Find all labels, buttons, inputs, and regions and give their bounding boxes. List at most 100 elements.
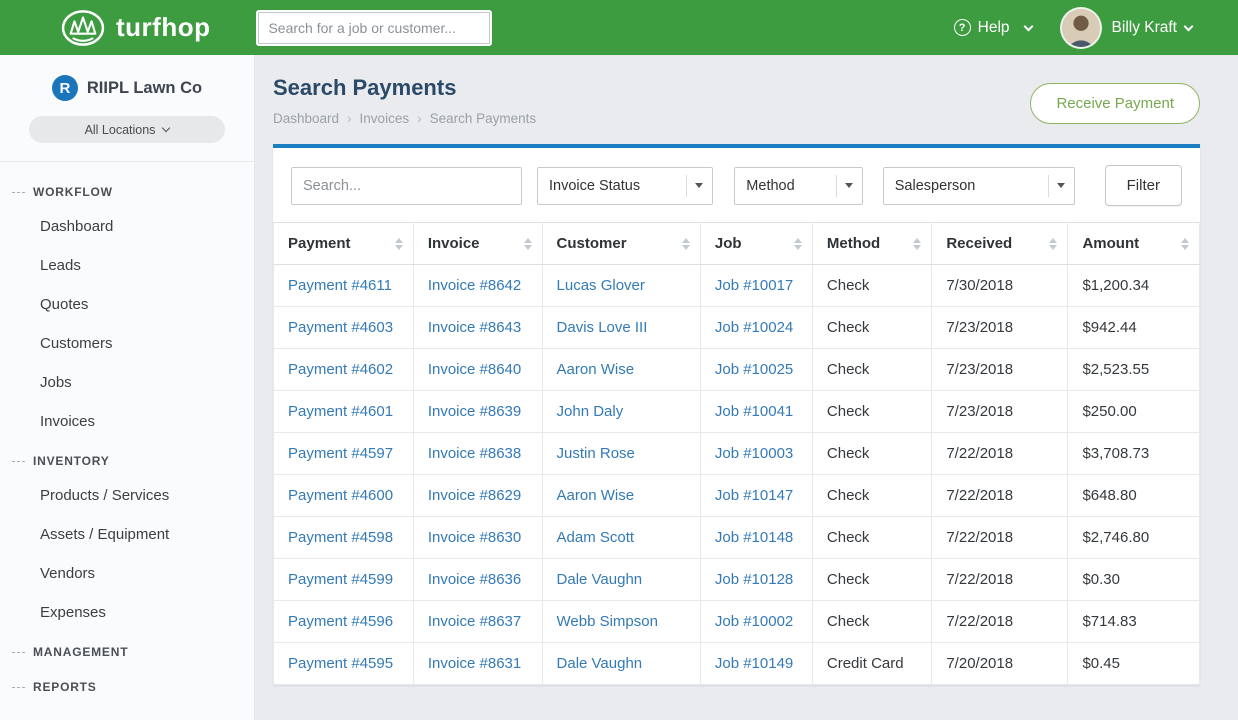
payment-link-cell: Payment #4595	[274, 643, 414, 685]
sort-icon[interactable]	[524, 238, 532, 250]
payment-link[interactable]: Payment #4602	[288, 361, 393, 378]
invoice-link[interactable]: Invoice #8629	[428, 487, 521, 504]
customer-link[interactable]: Davis Love III	[557, 319, 648, 336]
sidebar-item-vendors[interactable]: Vendors	[0, 554, 254, 593]
invoice-link[interactable]: Invoice #8639	[428, 403, 521, 420]
locations-dropdown[interactable]: All Locations	[29, 116, 225, 143]
breadcrumb-dashboard[interactable]: Dashboard	[273, 111, 339, 126]
sidebar-item-leads[interactable]: Leads	[0, 246, 254, 285]
help-menu[interactable]: ? Help	[954, 19, 1032, 37]
customer-link[interactable]: Webb Simpson	[557, 613, 658, 630]
job-link[interactable]: Job #10041	[715, 403, 793, 420]
sidebar-section-inventory: INVENTORY	[0, 441, 254, 476]
sidebar-item-invoices[interactable]: Invoices	[0, 402, 254, 441]
job-link-cell: Job #10002	[700, 601, 812, 643]
column-header-amount[interactable]: Amount	[1068, 223, 1200, 265]
filter-button[interactable]: Filter	[1105, 165, 1182, 206]
invoice-link[interactable]: Invoice #8642	[428, 277, 521, 294]
job-link[interactable]: Job #10024	[715, 319, 793, 336]
customer-link[interactable]: Dale Vaughn	[557, 571, 643, 588]
job-link[interactable]: Job #10128	[715, 571, 793, 588]
company-row[interactable]: R RIIPL Lawn Co	[16, 75, 238, 101]
sort-icon[interactable]	[913, 238, 921, 250]
amount-cell-cell: $0.45	[1068, 643, 1200, 685]
breadcrumb-separator: ›	[347, 111, 352, 126]
invoice-link-cell: Invoice #8643	[413, 307, 542, 349]
invoice-link[interactable]: Invoice #8636	[428, 571, 521, 588]
customer-link[interactable]: Dale Vaughn	[557, 655, 643, 672]
customer-link[interactable]: Justin Rose	[557, 445, 635, 462]
sidebar-item-assets-equipment[interactable]: Assets / Equipment	[0, 515, 254, 554]
invoice-link[interactable]: Invoice #8638	[428, 445, 521, 462]
customer-link[interactable]: Lucas Glover	[557, 277, 645, 294]
sort-icon[interactable]	[794, 238, 802, 250]
table-row: Payment #4595 Invoice #8631 Dale Vaughn Job…	[274, 643, 1200, 685]
company-block: R RIIPL Lawn Co All Locations	[0, 55, 254, 162]
sidebar-item-quotes[interactable]: Quotes	[0, 285, 254, 324]
payment-link[interactable]: Payment #4597	[288, 445, 393, 462]
received-cell-cell: 7/30/2018	[932, 265, 1068, 307]
sidebar-item-products-services[interactable]: Products / Services	[0, 476, 254, 515]
table-body: Payment #4611 Invoice #8642 Lucas Glover Jo…	[274, 265, 1200, 685]
breadcrumb-invoices[interactable]: Invoices	[360, 111, 410, 126]
table-row: Payment #4611 Invoice #8642 Lucas Glover Jo…	[274, 265, 1200, 307]
sidebar-item-expenses[interactable]: Expenses	[0, 593, 254, 632]
amount-cell-cell: $1,200.34	[1068, 265, 1200, 307]
method-select[interactable]: Method	[734, 167, 862, 205]
receive-payment-button[interactable]: Receive Payment	[1030, 83, 1200, 124]
invoice-link[interactable]: Invoice #8643	[428, 319, 521, 336]
invoice-link-cell: Invoice #8630	[413, 517, 542, 559]
column-header-method[interactable]: Method	[812, 223, 931, 265]
table-search-input[interactable]	[291, 167, 522, 205]
brand-logo[interactable]: turfhop	[60, 9, 210, 47]
column-header-received[interactable]: Received	[932, 223, 1068, 265]
payment-link[interactable]: Payment #4596	[288, 613, 393, 630]
method-cell-cell: Check	[812, 475, 931, 517]
column-header-customer[interactable]: Customer	[542, 223, 700, 265]
method-cell-cell: Check	[812, 559, 931, 601]
sort-icon[interactable]	[395, 238, 403, 250]
invoice-link[interactable]: Invoice #8631	[428, 655, 521, 672]
salesperson-value: Salesperson	[895, 178, 976, 194]
customer-link[interactable]: Aaron Wise	[557, 361, 635, 378]
payment-link[interactable]: Payment #4600	[288, 487, 393, 504]
invoice-link[interactable]: Invoice #8630	[428, 529, 521, 546]
sort-icon[interactable]	[1049, 238, 1057, 250]
job-link[interactable]: Job #10147	[715, 487, 793, 504]
sort-icon[interactable]	[1181, 238, 1189, 250]
sidebar-item-dashboard[interactable]: Dashboard	[0, 207, 254, 246]
sidebar-item-jobs[interactable]: Jobs	[0, 363, 254, 402]
payment-link[interactable]: Payment #4599	[288, 571, 393, 588]
invoice-link-cell: Invoice #8640	[413, 349, 542, 391]
column-header-payment[interactable]: Payment	[274, 223, 414, 265]
avatar[interactable]	[1062, 9, 1100, 47]
job-link[interactable]: Job #10017	[715, 277, 793, 294]
payment-link[interactable]: Payment #4603	[288, 319, 393, 336]
customer-link[interactable]: John Daly	[557, 403, 624, 420]
column-header-invoice[interactable]: Invoice	[413, 223, 542, 265]
job-link[interactable]: Job #10149	[715, 655, 793, 672]
customer-link[interactable]: Adam Scott	[557, 529, 635, 546]
job-link[interactable]: Job #10148	[715, 529, 793, 546]
job-link[interactable]: Job #10003	[715, 445, 793, 462]
payment-link[interactable]: Payment #4598	[288, 529, 393, 546]
payment-link[interactable]: Payment #4595	[288, 655, 393, 672]
sidebar-item-customers[interactable]: Customers	[0, 324, 254, 363]
job-link[interactable]: Job #10025	[715, 361, 793, 378]
received-cell-cell: 7/23/2018	[932, 391, 1068, 433]
method-cell-cell: Check	[812, 433, 931, 475]
received-cell-cell: 7/22/2018	[932, 433, 1068, 475]
invoice-link[interactable]: Invoice #8640	[428, 361, 521, 378]
salesperson-select[interactable]: Salesperson	[883, 167, 1075, 205]
payment-link[interactable]: Payment #4601	[288, 403, 393, 420]
job-link[interactable]: Job #10002	[715, 613, 793, 630]
sidebar-section-label: WORKFLOW	[33, 185, 113, 199]
payment-link[interactable]: Payment #4611	[288, 277, 392, 294]
column-header-job[interactable]: Job	[700, 223, 812, 265]
global-search-input[interactable]	[256, 10, 492, 46]
sort-icon[interactable]	[682, 238, 690, 250]
user-menu[interactable]: Billy Kraft	[1112, 19, 1177, 37]
invoice-link[interactable]: Invoice #8637	[428, 613, 521, 630]
invoice-status-select[interactable]: Invoice Status	[537, 167, 713, 205]
customer-link[interactable]: Aaron Wise	[557, 487, 635, 504]
